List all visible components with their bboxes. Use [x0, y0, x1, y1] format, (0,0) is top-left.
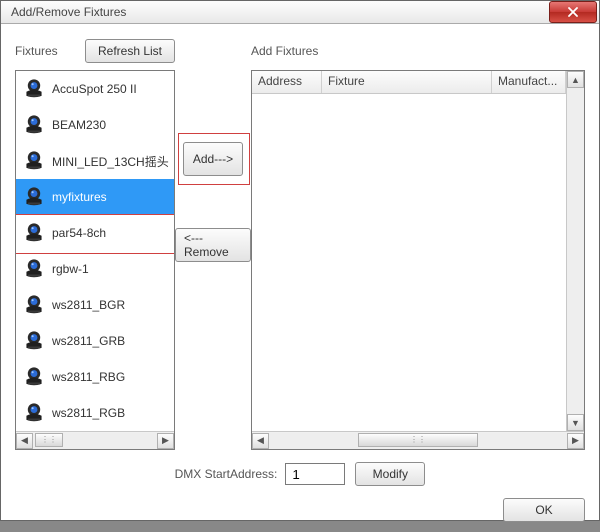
grid-body [252, 94, 566, 431]
list-item[interactable]: myfixtures [16, 179, 174, 215]
list-item-label: ws2811_GRB [52, 334, 125, 348]
add-fixtures-header-row: Add Fixtures [251, 38, 585, 64]
column-manufacturer[interactable]: Manufact... [492, 71, 566, 93]
moving-head-icon [20, 399, 48, 427]
hscroll-thumb[interactable]: ⋮⋮ [35, 433, 63, 447]
close-button[interactable] [549, 1, 597, 23]
moving-head-icon [20, 327, 48, 355]
list-item[interactable]: MINI_LED_13CH摇头 [16, 143, 174, 179]
list-item[interactable]: rgbw-1 [16, 251, 174, 287]
close-icon [568, 7, 578, 17]
list-item-label: BEAM230 [52, 118, 106, 132]
grid-main: Address Fixture Manufact... [252, 71, 566, 431]
remove-button[interactable]: <---Remove [175, 228, 251, 262]
list-item-label: AccuSpot 250 II [52, 82, 137, 96]
add-fixtures-panel: Add Fixtures Address Fixture Manufact... [251, 38, 585, 450]
column-fixture[interactable]: Fixture [322, 71, 492, 93]
grid-scroll-right-button[interactable]: ▶ [567, 433, 584, 449]
scroll-right-button[interactable]: ▶ [157, 433, 174, 449]
fixtures-listbox[interactable]: AccuSpot 250 II BEAM230 MINI_LED_13CH摇头myf… [15, 70, 175, 450]
columns: Fixtures Refresh List AccuSpot 250 II BEA… [15, 38, 585, 450]
grid-inner: Address Fixture Manufact... ▲ ▼ [252, 71, 584, 431]
fixtures-list-scroll: AccuSpot 250 II BEAM230 MINI_LED_13CH摇头myf… [16, 71, 174, 431]
fixtures-label: Fixtures [15, 44, 58, 58]
list-item-label: rgbw-1 [52, 262, 89, 276]
grid-vscrollbar[interactable]: ▲ ▼ [566, 71, 584, 431]
titlebar: Add/Remove Fixtures [1, 1, 599, 24]
list-item-label: MINI_LED_13CH摇头 [52, 153, 169, 170]
grid-hscroll-track[interactable]: ⋮⋮ [269, 433, 567, 449]
scroll-up-button[interactable]: ▲ [567, 71, 584, 88]
moving-head-icon [20, 291, 48, 319]
fixtures-list-items: AccuSpot 250 II BEAM230 MINI_LED_13CH摇头myf… [16, 71, 174, 431]
moving-head-icon [20, 75, 48, 103]
refresh-list-button[interactable]: Refresh List [85, 39, 175, 63]
ok-row: OK [15, 498, 585, 522]
list-item[interactable]: BEAM230 [16, 107, 174, 143]
moving-head-icon [20, 147, 48, 175]
list-item-label: ws2811_RBG [52, 370, 125, 384]
dialog-body: Fixtures Refresh List AccuSpot 250 II BEA… [1, 24, 599, 532]
modify-button[interactable]: Modify [355, 462, 425, 486]
hscroll-track[interactable]: ⋮⋮ [33, 433, 157, 449]
list-item[interactable]: ws2811_RGB [16, 395, 174, 431]
scroll-left-button[interactable]: ◀ [16, 433, 33, 449]
grid-hscrollbar[interactable]: ◀ ⋮⋮ ▶ [252, 431, 584, 449]
ok-button[interactable]: OK [503, 498, 585, 522]
list-item-label: ws2811_BGR [52, 298, 125, 312]
vscroll-track[interactable] [567, 88, 584, 414]
list-item[interactable]: AccuSpot 250 II [16, 71, 174, 107]
list-item-label: myfixtures [52, 190, 107, 204]
column-address[interactable]: Address [252, 71, 322, 93]
fixtures-header-row: Fixtures Refresh List [15, 38, 175, 64]
list-item[interactable]: ws2811_BGR [16, 287, 174, 323]
list-item-label: par54-8ch [52, 226, 106, 240]
grid-scroll-left-button[interactable]: ◀ [252, 433, 269, 449]
dmx-start-address-label: DMX StartAddress: [175, 467, 278, 481]
moving-head-icon [20, 219, 48, 247]
grid-header: Address Fixture Manufact... [252, 71, 566, 94]
transfer-buttons-panel: Add---> <---Remove [175, 38, 251, 450]
moving-head-icon [20, 255, 48, 283]
list-item[interactable]: ws2811_RBG [16, 359, 174, 395]
moving-head-icon [20, 183, 48, 211]
list-item-label: ws2811_RGB [52, 406, 125, 420]
list-item[interactable]: ws2811_GRB [16, 323, 174, 359]
dmx-row: DMX StartAddress: Modify [15, 460, 585, 488]
moving-head-icon [20, 363, 48, 391]
scroll-down-button[interactable]: ▼ [567, 414, 584, 431]
moving-head-icon [20, 111, 48, 139]
window-title: Add/Remove Fixtures [11, 5, 549, 19]
add-fixtures-label: Add Fixtures [251, 44, 318, 58]
grid-hscroll-thumb[interactable]: ⋮⋮ [358, 433, 477, 447]
dmx-start-address-input[interactable] [285, 463, 345, 485]
list-item[interactable]: par54-8ch [16, 215, 174, 251]
add-remove-fixtures-dialog: Add/Remove Fixtures Fixtures Refresh Lis… [0, 0, 600, 521]
add-fixtures-grid[interactable]: Address Fixture Manufact... ▲ ▼ [251, 70, 585, 450]
add-button[interactable]: Add---> [183, 142, 243, 176]
fixtures-hscrollbar[interactable]: ◀ ⋮⋮ ▶ [16, 431, 174, 449]
fixtures-panel: Fixtures Refresh List AccuSpot 250 II BEA… [15, 38, 175, 450]
